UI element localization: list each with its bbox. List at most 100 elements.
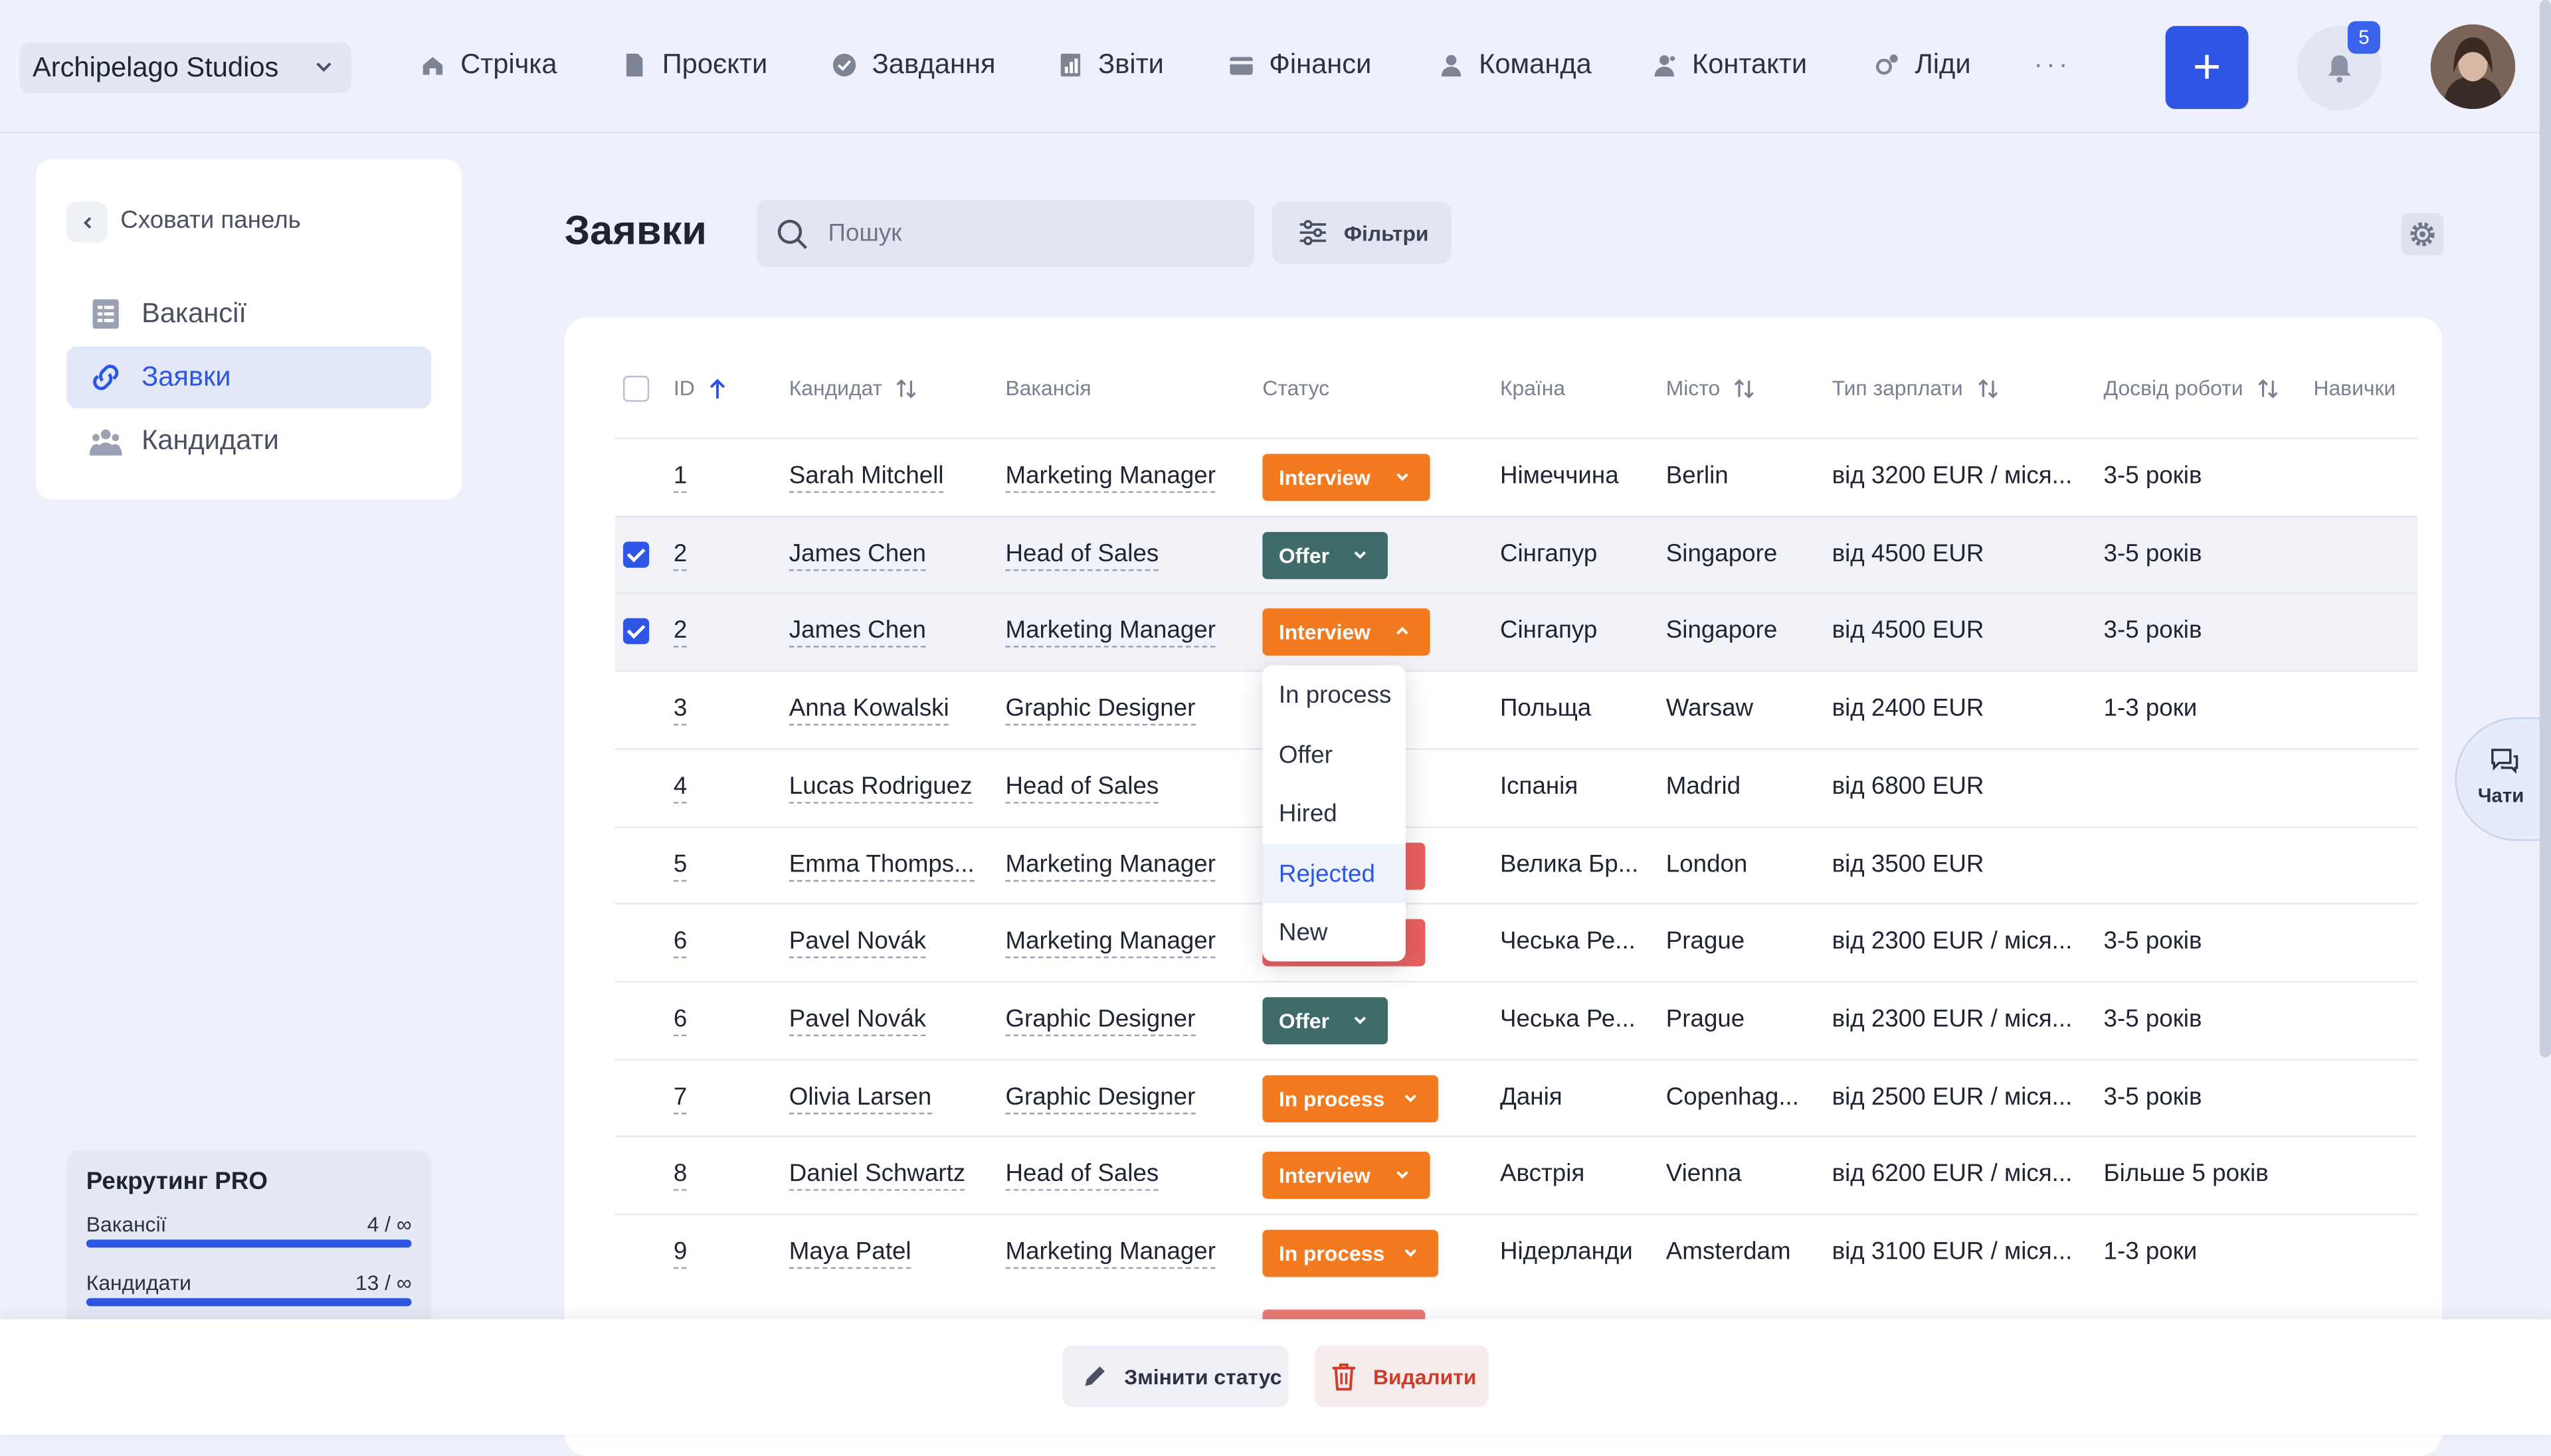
nav-item-reports[interactable]: Звіти (1058, 48, 1164, 81)
chevron-down-icon (316, 62, 331, 72)
cell-city: Singapore (1665, 617, 1778, 645)
column-header-vacancy[interactable]: Вакансія (1005, 376, 1091, 401)
chats-tab[interactable] (2455, 717, 2551, 842)
pencil-icon (1085, 1366, 1105, 1386)
cell-vacancy[interactable]: Head of Sales (1005, 1160, 1159, 1192)
sidebar-item-vacancies[interactable]: Вакансії (66, 283, 431, 345)
hide-panel-label[interactable]: Сховати панель (120, 207, 301, 234)
cell-vacancy[interactable]: Head of Sales (1005, 772, 1159, 804)
nav-item-team[interactable]: Команда (1438, 48, 1592, 81)
cell-vacancy[interactable]: Graphic Designer (1005, 1005, 1196, 1036)
add-button[interactable]: + (2165, 26, 2249, 110)
company-switcher[interactable]: Archipelago Studios (19, 42, 351, 93)
cell-candidate[interactable]: Maya Patel (789, 1237, 911, 1269)
status-badge[interactable]: In process (1262, 1229, 1438, 1277)
scrollbar[interactable] (2539, 0, 2551, 1057)
nav-more-button[interactable]: ··· (2033, 48, 2071, 81)
cell-vacancy[interactable]: Graphic Designer (1005, 694, 1196, 726)
status-option-hired[interactable]: Hired (1262, 784, 1406, 842)
cell-id[interactable]: 5 (673, 850, 688, 881)
status-option-in-process[interactable]: In process (1262, 666, 1406, 724)
status-option-rejected[interactable]: Rejected (1262, 844, 1406, 903)
delete-button[interactable]: Видалити (1314, 1345, 1489, 1408)
chevron-down-icon (1404, 1094, 1417, 1102)
column-header-country[interactable]: Країна (1500, 376, 1565, 401)
cell-city: Berlin (1665, 462, 1729, 490)
status-badge[interactable]: Offer (1262, 996, 1388, 1044)
cell-city: Vienna (1665, 1160, 1742, 1188)
search-input[interactable] (824, 218, 1222, 249)
cell-vacancy[interactable]: Head of Sales (1005, 539, 1159, 571)
avatar[interactable] (2430, 24, 2516, 110)
cell-vacancy[interactable]: Marketing Manager (1005, 1237, 1216, 1269)
nav-item-finance[interactable]: Фінанси (1228, 48, 1371, 81)
column-header-candidate[interactable]: Кандидат (789, 376, 918, 400)
cell-id[interactable]: 9 (673, 1237, 688, 1269)
cell-candidate[interactable]: Daniel Schwartz (789, 1160, 965, 1192)
status-badge[interactable]: Interview (1262, 1152, 1430, 1200)
cell-id[interactable]: 7 (673, 1083, 688, 1114)
row-checkbox[interactable] (622, 618, 650, 645)
cell-id[interactable]: 3 (673, 694, 688, 726)
cell-id[interactable]: 2 (673, 539, 688, 571)
cell-candidate[interactable]: Sarah Mitchell (789, 462, 944, 494)
cell-id[interactable]: 1 (673, 462, 688, 494)
nav-item-tasks[interactable]: Завдання (831, 48, 996, 81)
hide-panel-button[interactable] (66, 201, 108, 242)
chevron-left-icon (82, 216, 90, 228)
cell-candidate[interactable]: Pavel Novák (789, 927, 927, 958)
change-status-button[interactable]: Змінити статус (1062, 1345, 1289, 1408)
cell-id[interactable]: 4 (673, 772, 688, 804)
status-option-offer[interactable]: Offer (1262, 725, 1406, 784)
column-header-status[interactable]: Статус (1262, 376, 1329, 401)
status-badge[interactable]: Offer (1262, 531, 1388, 579)
cell-vacancy[interactable]: Marketing Manager (1005, 462, 1216, 494)
cell-candidate[interactable]: Lucas Rodriguez (789, 772, 973, 804)
status-badge[interactable]: In process (1262, 1074, 1438, 1122)
sidebar-item-candidates[interactable]: Кандидати (66, 410, 431, 472)
cell-id[interactable]: 8 (673, 1160, 688, 1192)
cell-candidate[interactable]: Olivia Larsen (789, 1083, 932, 1114)
status-badge[interactable]: Interview (1262, 454, 1430, 501)
nav-item-contacts[interactable]: Контакти (1652, 48, 1807, 81)
filters-button[interactable]: Фільтри (1272, 201, 1452, 264)
cell-salary: від 6800 EUR (1832, 772, 1984, 800)
plan-title: Рекрутинг PRO (86, 1168, 268, 1196)
nav-item-feed[interactable]: Стрічка (420, 48, 557, 81)
row-checkbox[interactable] (622, 541, 650, 567)
plan-candidates-bar (86, 1298, 412, 1307)
status-option-new[interactable]: New (1262, 903, 1406, 961)
status-badge[interactable]: Interview (1262, 608, 1430, 656)
cell-salary: від 2500 EUR / міся... (1832, 1083, 2073, 1111)
column-header-city[interactable]: Місто (1666, 376, 1756, 400)
cell-id[interactable]: 6 (673, 927, 688, 958)
sidebar-item-applications[interactable]: Заявки (66, 346, 431, 409)
chats-label[interactable]: Чати (2478, 784, 2524, 806)
column-header-skills[interactable]: Навички (2313, 376, 2396, 401)
check-circle-icon (832, 53, 856, 77)
cell-candidate[interactable]: Pavel Novák (789, 1005, 927, 1036)
bell-icon (2328, 55, 2351, 83)
search-box[interactable] (756, 200, 1255, 267)
cell-id[interactable]: 6 (673, 1005, 688, 1036)
nav-item-leads[interactable]: Ліди (1874, 48, 1971, 81)
select-all-checkbox[interactable] (622, 375, 650, 402)
cell-candidate[interactable]: Emma Thomps... (789, 850, 975, 881)
cell-candidate[interactable]: James Chen (789, 617, 927, 648)
cell-vacancy[interactable]: Marketing Manager (1005, 850, 1216, 881)
cell-country: Сінгапур (1499, 617, 1598, 645)
cell-vacancy[interactable]: Marketing Manager (1005, 617, 1216, 648)
cell-vacancy[interactable]: Graphic Designer (1005, 1083, 1196, 1114)
column-header-id[interactable]: ID (674, 376, 727, 400)
nav-item-projects[interactable]: Проєкти (622, 48, 767, 81)
cell-experience: Більше 5 років (2103, 1160, 2269, 1188)
cell-id[interactable]: 2 (673, 617, 688, 648)
cell-candidate[interactable]: Anna Kowalski (789, 694, 949, 726)
cell-vacancy[interactable]: Marketing Manager (1005, 927, 1216, 958)
cell-candidate[interactable]: James Chen (789, 539, 927, 571)
column-header-salary-type[interactable]: Тип зарплати (1832, 376, 1999, 400)
cell-city: Prague (1665, 927, 1745, 956)
table-settings-button[interactable] (2401, 213, 2444, 256)
column-header-experience[interactable]: Досвід роботи (2104, 376, 2279, 400)
cell-city: Prague (1665, 1005, 1745, 1033)
